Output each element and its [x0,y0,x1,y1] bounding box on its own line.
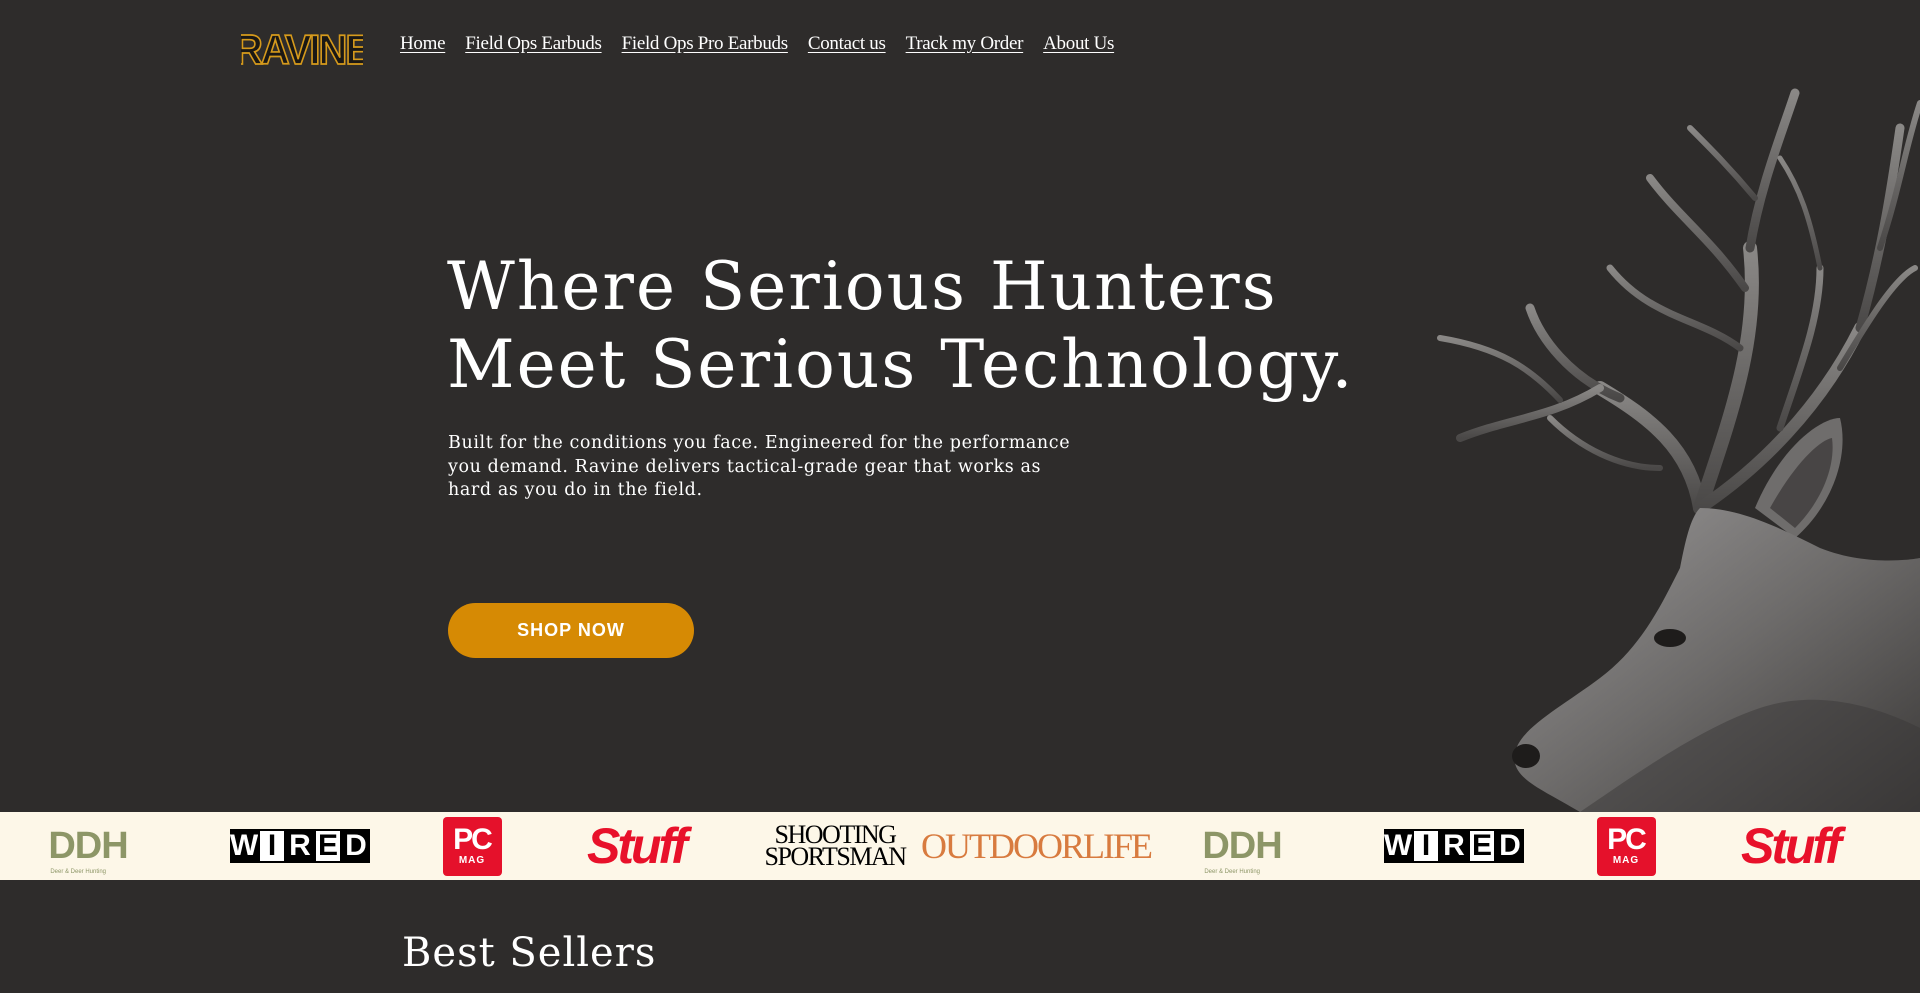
pcmag-pc-2: PC [1607,823,1647,856]
pcmag-mag: MAG [458,855,486,866]
outdoor-life-text: OUTDOORLIFE [921,826,1153,866]
stuff-logo-2: Stuff [1710,812,1870,880]
pcmag-pc: PC [453,823,493,856]
stuff-logo: Stuff [556,812,716,880]
nav-track-my-order[interactable]: Track my Order [906,33,1024,55]
pcmag-mag-2: MAG [1612,855,1640,866]
nav-about-us[interactable]: About Us [1043,33,1114,55]
hero-title-line-1: Where Serious Hunters [447,248,1278,325]
ddh-logo: DDH Deer & Deer Hunting [18,812,158,880]
wired-logo: WIRED [214,812,386,880]
stuff-text-2: Stuff [1741,818,1842,874]
hero-title: Where Serious Hunters Meet Serious Techn… [447,248,1355,404]
stuff-text: Stuff [587,818,688,874]
wired-logo-2: WIRED [1368,812,1540,880]
sportsman-line: SPORTSMAN [764,842,908,871]
hero-title-line-2: Meet Serious Technology. [447,326,1355,403]
nav-contact-us[interactable]: Contact us [808,33,886,55]
main-nav: Home Field Ops Earbuds Field Ops Pro Ear… [400,33,1114,55]
ddh-subtext: Deer & Deer Hunting [50,868,107,875]
logo-text: RAVINE [241,26,363,70]
ddh-text: DDH [48,824,128,867]
wired-mark-2: WIRED [1384,829,1524,863]
ravine-logo[interactable]: RAVINE [241,26,363,70]
pcmag-logo-2: PC MAG [1596,812,1656,880]
shooting-sportsman-logo: SHOOTING SPORTSMAN [765,812,908,880]
site-header: RAVINE Home Field Ops Earbuds Field Ops … [0,0,1920,92]
best-sellers-heading: Best Sellers [402,930,657,976]
outdoor-life-logo: OUTDOORLIFE [921,812,1153,880]
deer-image [1400,88,1920,812]
nav-field-ops-pro-earbuds[interactable]: Field Ops Pro Earbuds [622,33,789,55]
shop-now-button[interactable]: SHOP NOW [448,603,694,658]
ddh-logo-2: DDH Deer & Deer Hunting [1172,812,1312,880]
ddh-subtext-2: Deer & Deer Hunting [1204,868,1261,875]
nav-field-ops-earbuds[interactable]: Field Ops Earbuds [465,33,602,55]
pcmag-logo: PC MAG [442,812,502,880]
wired-mark: WIRED [230,829,370,863]
press-logos-strip: DDH Deer & Deer Hunting WIRED PC MAG Stuff… [0,812,1920,880]
ddh-text-2: DDH [1202,824,1282,867]
hero-subtitle: Built for the conditions you face. Engin… [448,433,1071,500]
deer-illustration [1437,88,1920,812]
nav-home[interactable]: Home [400,33,446,55]
ravine-logo-mark: RAVINE [241,26,363,70]
